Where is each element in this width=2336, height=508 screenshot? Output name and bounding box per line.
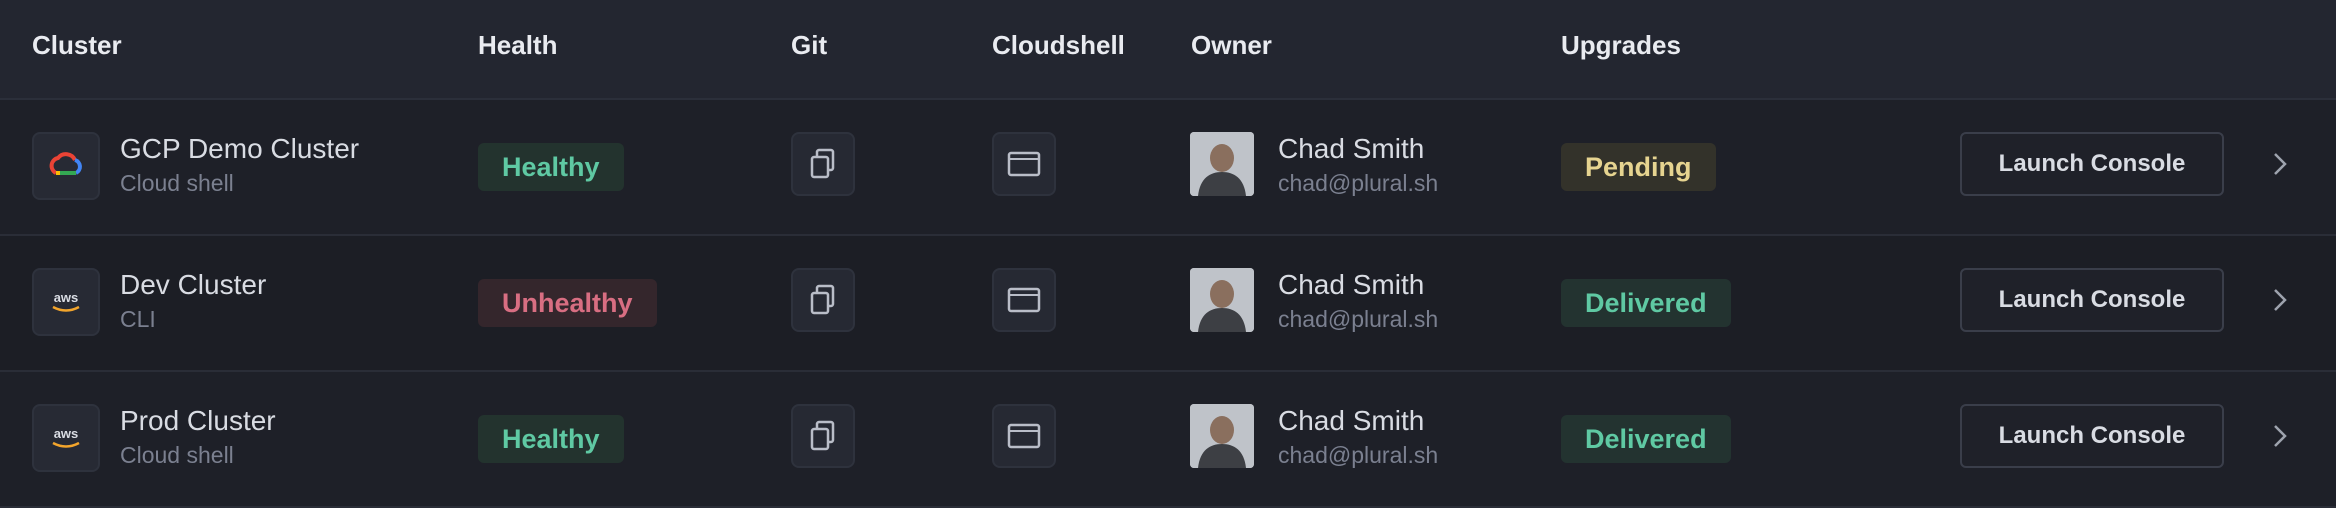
health-badge: Healthy	[478, 415, 624, 463]
cloudshell-button[interactable]	[992, 404, 1056, 468]
cluster-access-type: Cloud shell	[120, 442, 234, 468]
cluster-access-type: Cloud shell	[120, 170, 234, 196]
copy-git-button[interactable]	[791, 404, 855, 468]
cluster-name[interactable]: GCP Demo Cluster	[120, 133, 359, 165]
owner-name: Chad Smith	[1278, 269, 1425, 300]
health-badge: Healthy	[478, 143, 624, 191]
upgrade-status-badge: Delivered	[1561, 415, 1731, 463]
table-header: Cluster Health Git Cloudshell Owner Upgr…	[0, 0, 2336, 100]
aws-text: aws	[54, 290, 79, 305]
copy-icon	[810, 420, 835, 451]
launch-console-button[interactable]: Launch Console	[1960, 404, 2224, 468]
header-cluster: Cluster	[32, 30, 122, 60]
copy-git-button[interactable]	[791, 268, 855, 332]
clusters-table: Cluster Health Git Cloudshell Owner Upgr…	[0, 0, 2336, 508]
copy-git-button[interactable]	[791, 132, 855, 196]
table-row[interactable]: aws Dev Cluster CLI Unhealthy Chad Smith…	[0, 236, 2336, 372]
copy-icon	[810, 284, 835, 315]
cloudshell-button[interactable]	[992, 132, 1056, 196]
terminal-icon	[1007, 423, 1041, 449]
table-row[interactable]: aws Prod Cluster Cloud shell Healthy Cha…	[0, 372, 2336, 508]
header-health: Health	[478, 30, 558, 60]
upgrade-status-badge: Pending	[1561, 143, 1716, 191]
aws-icon: aws	[32, 268, 100, 336]
table-row[interactable]: GCP Demo Cluster Cloud shell Healthy Cha…	[0, 100, 2336, 236]
terminal-icon	[1007, 151, 1041, 177]
gcp-icon	[32, 132, 100, 200]
owner-email: chad@plural.sh	[1278, 170, 1439, 196]
aws-text: aws	[54, 426, 79, 441]
cloudshell-button[interactable]	[992, 268, 1056, 332]
header-upgrades: Upgrades	[1561, 30, 1681, 60]
chevron-right-icon[interactable]	[2264, 416, 2296, 456]
aws-icon: aws	[32, 404, 100, 472]
owner-name: Chad Smith	[1278, 133, 1425, 164]
header-cloudshell: Cloudshell	[992, 30, 1125, 60]
copy-icon	[810, 148, 835, 179]
owner-avatar	[1190, 268, 1254, 332]
owner-email: chad@plural.sh	[1278, 442, 1439, 468]
owner-name: Chad Smith	[1278, 405, 1425, 436]
chevron-right-icon[interactable]	[2264, 280, 2296, 320]
terminal-icon	[1007, 287, 1041, 313]
upgrade-status-badge: Delivered	[1561, 279, 1731, 327]
owner-email: chad@plural.sh	[1278, 306, 1439, 332]
owner-avatar	[1190, 404, 1254, 468]
launch-console-button[interactable]: Launch Console	[1960, 268, 2224, 332]
cluster-name[interactable]: Prod Cluster	[120, 405, 276, 437]
cluster-name[interactable]: Dev Cluster	[120, 269, 266, 301]
header-git: Git	[791, 30, 828, 60]
header-owner: Owner	[1191, 30, 1272, 60]
chevron-right-icon[interactable]	[2264, 144, 2296, 184]
owner-avatar	[1190, 132, 1254, 196]
health-badge: Unhealthy	[478, 279, 657, 327]
launch-console-button[interactable]: Launch Console	[1960, 132, 2224, 196]
cluster-access-type: CLI	[120, 306, 156, 332]
